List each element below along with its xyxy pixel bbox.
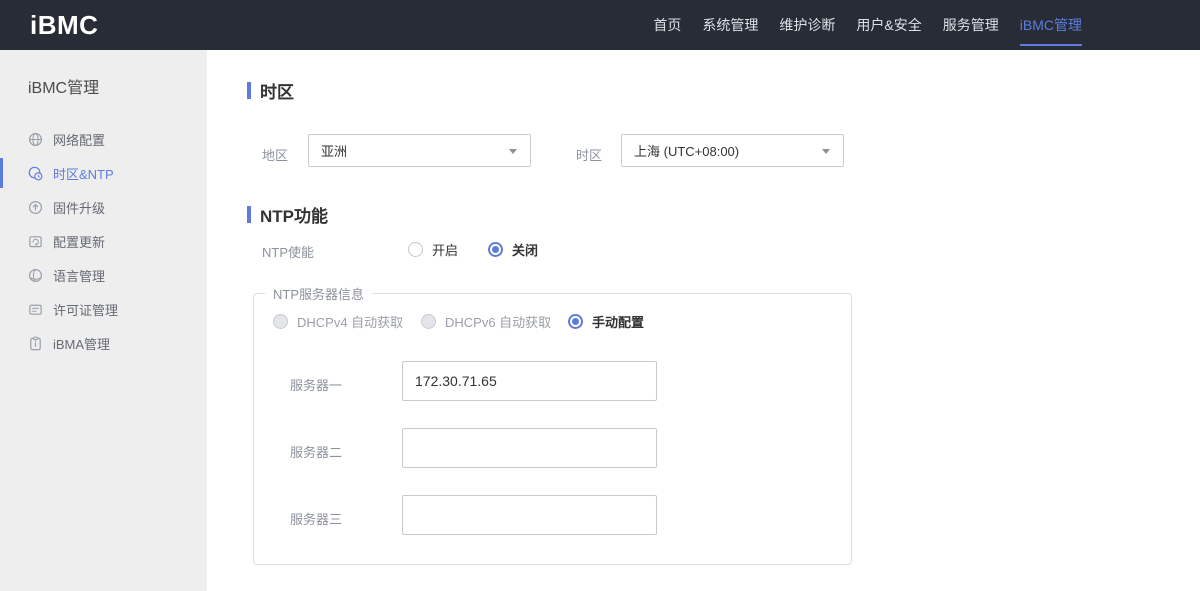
language-icon [27,267,43,283]
sidebar-item-label: 配置更新 [53,234,106,250]
ntp-section-title: NTP功能 [260,207,328,226]
dhcpv4-auto-option[interactable]: DHCPv4 自动获取 [273,312,403,331]
sidebar-menu: 网络配置 时区&NTP 固件升级 配置更新 语言管理 许可证管理 iBMA管理 [0,122,207,360]
timezone-icon [27,165,43,181]
sidebar-item-network-config[interactable]: 网络配置 [0,122,207,156]
ntp-enable-on-option[interactable]: 开启 [408,240,458,259]
manual-config-label: 手动配置 [592,315,645,330]
ntp-server-info-legend: NTP服务器信息 [273,287,365,302]
sidebar-item-label: 语言管理 [53,268,106,284]
region-label: 地区 [262,148,289,163]
sidebar-item-timezone-ntp[interactable]: 时区&NTP [0,156,207,190]
timezone-select-value: 上海 (UTC+08:00) [634,144,740,159]
ibma-icon [27,335,43,351]
ntp-enable-off-label: 关闭 [512,243,539,258]
section-accent-bar [247,82,251,99]
nav-item-ibmc-management[interactable]: iBMC管理 [1019,0,1083,50]
region-select[interactable]: 亚洲 [308,134,531,167]
sidebar-title: iBMC管理 [28,80,100,97]
server-two-input[interactable] [402,428,657,468]
server-one-input[interactable] [402,361,657,401]
firmware-upgrade-icon [27,199,43,215]
manual-config-option[interactable]: 手动配置 [568,312,644,331]
nav-item-user-security[interactable]: 用户&安全 [856,0,921,50]
nav-item-service-management[interactable]: 服务管理 [943,0,999,50]
license-icon [27,301,43,317]
ntp-section-header: NTP功能 [247,202,328,227]
page: iBMC 首页 系统管理 维护诊断 用户&安全 服务管理 iBMC管理 iBMC… [0,0,1200,591]
sidebar-item-label: 时区&NTP [53,166,114,182]
section-accent-bar [247,206,251,223]
sidebar-item-label: 固件升级 [53,200,106,216]
config-update-icon [27,233,43,249]
dhcpv4-auto-label: DHCPv4 自动获取 [297,315,404,330]
radio-disabled-icon [273,314,288,329]
chevron-down-icon [509,149,517,154]
top-bar: iBMC 首页 系统管理 维护诊断 用户&安全 服务管理 iBMC管理 [0,0,1200,50]
ntp-enable-label: NTP使能 [262,245,315,260]
radio-selected-icon[interactable] [568,314,583,329]
nav-item-home[interactable]: 首页 [653,0,681,50]
region-select-value: 亚洲 [321,144,348,159]
server-one-label: 服务器一 [290,378,343,393]
sidebar-item-firmware-upgrade[interactable]: 固件升级 [0,190,207,224]
sidebar-item-label: iBMA管理 [53,336,111,352]
sidebar-item-ibma-management[interactable]: iBMA管理 [0,326,207,360]
timezone-select[interactable]: 上海 (UTC+08:00) [621,134,844,167]
server-three-label: 服务器三 [290,512,343,527]
nav-item-maintenance-diagnosis[interactable]: 维护诊断 [779,0,835,50]
dhcpv6-auto-option[interactable]: DHCPv6 自动获取 [421,312,551,331]
sidebar-item-label: 网络配置 [53,132,106,148]
timezone-section-title: 时区 [260,83,294,102]
sidebar-item-language-management[interactable]: 语言管理 [0,258,207,292]
timezone-section-header: 时区 [247,78,294,103]
radio-unselected-icon[interactable] [408,242,423,257]
nav-item-system-management[interactable]: 系统管理 [702,0,758,50]
chevron-down-icon [822,149,830,154]
timezone-label: 时区 [576,148,603,163]
sidebar: iBMC管理 网络配置 时区&NTP 固件升级 配置更新 语言管理 许可证管理 … [0,50,207,591]
sidebar-item-label: 许可证管理 [53,302,119,318]
server-three-input[interactable] [402,495,657,535]
top-nav: 首页 系统管理 维护诊断 用户&安全 服务管理 iBMC管理 [653,0,1083,50]
network-icon [27,131,43,147]
ntp-enable-on-label: 开启 [432,243,459,258]
ibmc-logo: iBMC [30,9,99,40]
ntp-enable-off-option[interactable]: 关闭 [488,240,538,259]
radio-disabled-icon [421,314,436,329]
radio-selected-icon[interactable] [488,242,503,257]
server-two-label: 服务器二 [290,445,343,460]
sidebar-item-license-management[interactable]: 许可证管理 [0,292,207,326]
main-content: 时区 地区 亚洲 时区 上海 (UTC+08:00) NTP功能 NTP使能 开… [207,50,1200,591]
dhcpv6-auto-label: DHCPv6 自动获取 [445,315,552,330]
sidebar-item-config-update[interactable]: 配置更新 [0,224,207,258]
